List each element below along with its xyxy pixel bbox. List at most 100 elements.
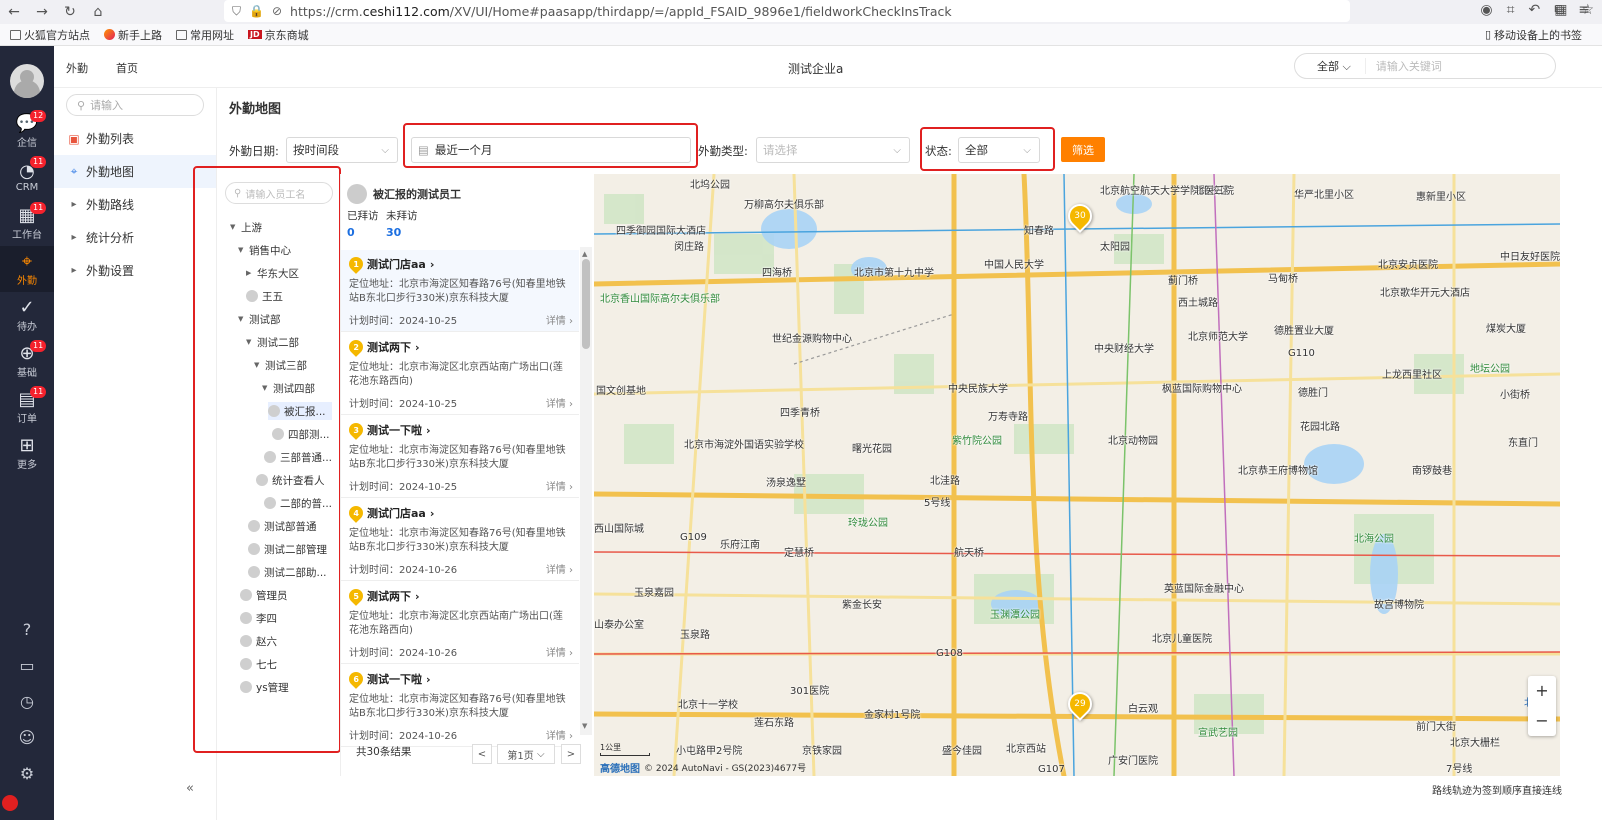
- nav-icon: ⌖: [21, 250, 33, 272]
- nav-tool-icon[interactable]: ▭: [0, 656, 54, 692]
- date-mode-select[interactable]: 按时间段 ⌵: [286, 137, 398, 163]
- forward-icon[interactable]: →: [28, 4, 56, 20]
- undo-icon[interactable]: ↶: [1529, 2, 1541, 18]
- map-poi-label: 定慧桥: [784, 548, 814, 559]
- next-page-button[interactable]: >: [561, 744, 581, 764]
- nav-item[interactable]: ⊞ 更多: [0, 430, 54, 476]
- avatar: [347, 184, 367, 204]
- zoom-in-button[interactable]: +: [1528, 676, 1556, 706]
- map-poi-label: 玉泉嘉园: [634, 588, 674, 599]
- nav-item[interactable]: ⌖ 外勤: [0, 246, 54, 292]
- unread-badge: 11: [30, 156, 47, 168]
- side-nav: 💬 企信 12 ◔ CRM 11 ▦ 工作台 11 ⌖ 外勤 ✓ 待办 ⊕ 基础 11 ▤ 订单 11 ⊞ 更多 ? ▭ ◷…: [0, 46, 54, 820]
- nav-tool-icon[interactable]: ☺: [0, 728, 54, 764]
- address-bar[interactable]: ⛉ 🔒 ⊘ https://crm.ceshi112.com/XV/UI/Hom…: [224, 0, 1350, 22]
- avatar[interactable]: [10, 64, 44, 98]
- map-poi-label: 中国人民大学: [984, 260, 1044, 271]
- prev-page-button[interactable]: <: [472, 744, 492, 764]
- nav-item[interactable]: ▤ 订单 11: [0, 384, 54, 430]
- crop-icon[interactable]: ⌗: [1507, 2, 1515, 18]
- map-poi-label: G110: [1288, 348, 1315, 359]
- visit-title[interactable]: 5 测试两下 ›: [346, 586, 571, 606]
- nav-tool-icon[interactable]: ?: [0, 620, 54, 656]
- menu-item-list[interactable]: ▣ 外勤列表: [54, 122, 216, 155]
- back-icon[interactable]: ←: [0, 4, 28, 20]
- zoom-out-button[interactable]: −: [1528, 706, 1556, 736]
- page-select[interactable]: 第1页 ⌵: [497, 744, 555, 764]
- folder-icon: [10, 29, 21, 40]
- visit-time: 计划时间：2024-10-25: [349, 482, 458, 493]
- visit-card[interactable]: 4 测试门店aa › 定位地址：北京市海淀区知春路76号(知春里地铁站B东北口步行33…: [341, 499, 579, 581]
- visited-count[interactable]: 0: [347, 226, 355, 239]
- breadcrumb-home[interactable]: 首页: [116, 60, 138, 76]
- unread-badge: 11: [30, 340, 47, 352]
- visit-title[interactable]: 3 测试一下啦 ›: [346, 420, 571, 440]
- scrollbar-thumb[interactable]: [582, 259, 590, 349]
- type-filter-label: 外勤类型:: [698, 144, 748, 158]
- account-icon[interactable]: ◉: [1480, 2, 1492, 18]
- scroll-up-icon[interactable]: ▲: [582, 250, 587, 258]
- list-scrollbar[interactable]: [580, 247, 592, 735]
- type-select[interactable]: 请选择 ⌵: [756, 137, 910, 163]
- global-search[interactable]: 全部 ⌵ 请输入关键词: [1294, 53, 1556, 79]
- mobile-bookmarks[interactable]: ▯ 移动设备上的书签: [1485, 27, 1582, 43]
- menu-item-settings[interactable]: ▸ 外勤设置: [54, 254, 216, 287]
- visit-detail-link[interactable]: 详情 ›: [546, 727, 573, 742]
- scroll-down-icon[interactable]: ▼: [582, 722, 587, 730]
- home-icon[interactable]: ⌂: [84, 4, 112, 20]
- menu-search-input[interactable]: ⚲ 请输入: [66, 94, 204, 116]
- map-poi-label: 小屯路甲2号院: [676, 746, 743, 757]
- menu-item-route[interactable]: ▸ 外勤路线: [54, 188, 216, 221]
- page-title: 外勤地图: [229, 102, 282, 117]
- map-poi-label: 太阳园: [1100, 242, 1130, 253]
- map-scale-bar: [600, 753, 650, 756]
- visit-card[interactable]: 3 测试一下啦 › 定位地址：北京市海淀区知春路76号(知春里地铁站B东北口步行330…: [341, 416, 579, 498]
- bookmark-item[interactable]: 常用网址: [176, 27, 234, 43]
- bookmark-item[interactable]: 火狐官方站点: [10, 27, 90, 43]
- visit-detail-link[interactable]: 详情 ›: [546, 644, 573, 659]
- reload-icon[interactable]: ↻: [56, 4, 84, 20]
- visit-title[interactable]: 6 测试一下啦 ›: [346, 669, 571, 689]
- bookmark-item[interactable]: 新手上路: [104, 27, 162, 43]
- highlight-frame-date: [403, 123, 698, 168]
- visit-detail-link[interactable]: 详情 ›: [546, 478, 573, 493]
- menu-icon[interactable]: ≡: [1578, 2, 1590, 18]
- date-filter-label: 外勤日期:: [229, 144, 279, 158]
- visit-card[interactable]: 5 测试两下 › 定位地址：北京市海淀区北京西站南广场出口(莲花池东路西向) 计划时间：…: [341, 582, 579, 664]
- breadcrumb-module[interactable]: 外勤: [66, 60, 88, 76]
- nav-item[interactable]: ⊕ 基础 11: [0, 338, 54, 384]
- visit-address: 定位地址：北京市海淀区知春路76号(知春里地铁站B东北口步行330米)京东科技大…: [349, 279, 566, 304]
- filter-button[interactable]: 筛选: [1061, 137, 1105, 162]
- chevron-right-icon: ›: [429, 257, 435, 271]
- map-poi-label: 南锣鼓巷: [1412, 466, 1452, 477]
- visit-title[interactable]: 4 测试门店aa ›: [346, 503, 571, 523]
- unvisited-count[interactable]: 30: [386, 226, 401, 239]
- visit-card[interactable]: 6 测试一下啦 › 定位地址：北京市海淀区知春路76号(知春里地铁站B东北口步行330…: [341, 665, 579, 747]
- collapse-menu-button[interactable]: «: [186, 781, 194, 796]
- nav-item[interactable]: 💬 企信 12: [0, 108, 54, 154]
- nav-label: 工作台: [12, 229, 42, 241]
- visit-card[interactable]: 1 测试门店aa › 定位地址：北京市海淀区知春路76号(知春里地铁站B东北口步行33…: [341, 250, 579, 332]
- map-poi-label: 北京十一学校: [678, 700, 738, 711]
- menu-item-stats[interactable]: ▸ 统计分析: [54, 221, 216, 254]
- nav-item[interactable]: ▦ 工作台 11: [0, 200, 54, 246]
- chevron-right-icon: ›: [426, 672, 431, 686]
- menu-item-map[interactable]: ⌖ 外勤地图: [54, 155, 216, 188]
- visit-title[interactable]: 1 测试门店aa ›: [346, 254, 571, 274]
- map-poi-label: 紫金长安: [842, 600, 882, 611]
- map-poi-label: 万柳高尔夫俱乐部: [744, 200, 824, 211]
- nav-tool-icon[interactable]: ◷: [0, 692, 54, 728]
- visit-title[interactable]: 2 测试两下 ›: [346, 337, 571, 357]
- nav-item[interactable]: ◔ CRM 11: [0, 154, 54, 200]
- map-canvas[interactable]: 北坞公园 四季御园国际大酒店 闵庄路 万柳高尔夫俱乐部 北京航空航天大学学院路校区 北医三…: [594, 174, 1560, 776]
- bookmark-item[interactable]: JD 京东商城: [248, 27, 309, 43]
- visit-detail-link[interactable]: 详情 ›: [546, 395, 573, 410]
- nav-item[interactable]: ✓ 待办: [0, 292, 54, 338]
- global-search-input[interactable]: 请输入关键词: [1366, 58, 1442, 74]
- visit-card[interactable]: 2 测试两下 › 定位地址：北京市海淀区北京西站南广场出口(莲花池东路西向) 计划时间：…: [341, 333, 579, 415]
- unread-badge: 12: [30, 110, 47, 122]
- search-scope-select[interactable]: 全部 ⌵: [1295, 58, 1366, 74]
- visit-detail-link[interactable]: 详情 ›: [546, 561, 573, 576]
- extension-icon[interactable]: ⧉: [1554, 2, 1564, 18]
- visit-detail-link[interactable]: 详情 ›: [546, 312, 573, 327]
